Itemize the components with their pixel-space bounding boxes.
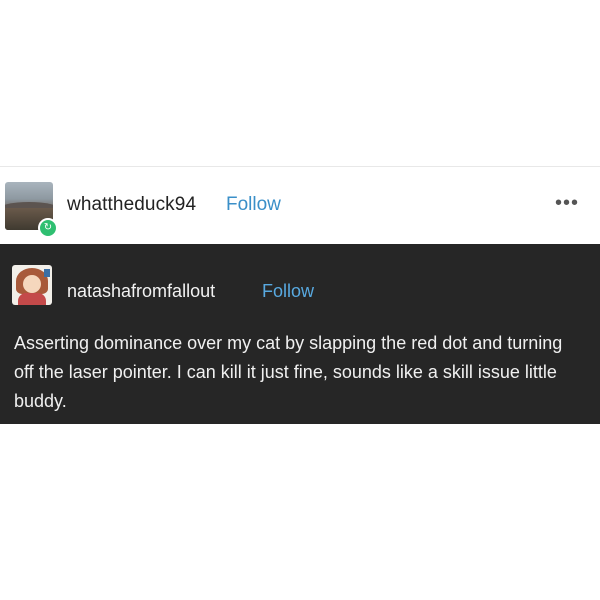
avatar-tag bbox=[44, 269, 50, 277]
post-author-avatar[interactable] bbox=[12, 265, 52, 305]
more-options-icon[interactable]: ••• bbox=[552, 193, 582, 213]
post-author-follow-button[interactable]: Follow bbox=[262, 281, 314, 302]
avatar-shirt bbox=[18, 293, 46, 305]
post-author-username[interactable]: natashafromfallout bbox=[67, 281, 215, 302]
reblogger-follow-button[interactable]: Follow bbox=[226, 194, 281, 216]
reblog-header: ↻ whattheduck94 Follow ••• bbox=[0, 167, 600, 244]
avatar-face bbox=[23, 275, 41, 293]
post-text: Asserting dominance over my cat by slapp… bbox=[14, 333, 563, 411]
original-post: natashafromfallout Follow Asserting domi… bbox=[0, 244, 600, 424]
reblog-icon: ↻ bbox=[38, 218, 58, 238]
reblogger-username[interactable]: whattheduck94 bbox=[67, 194, 196, 216]
screenshot-page: ↻ whattheduck94 Follow ••• natashafromfa… bbox=[0, 0, 600, 600]
